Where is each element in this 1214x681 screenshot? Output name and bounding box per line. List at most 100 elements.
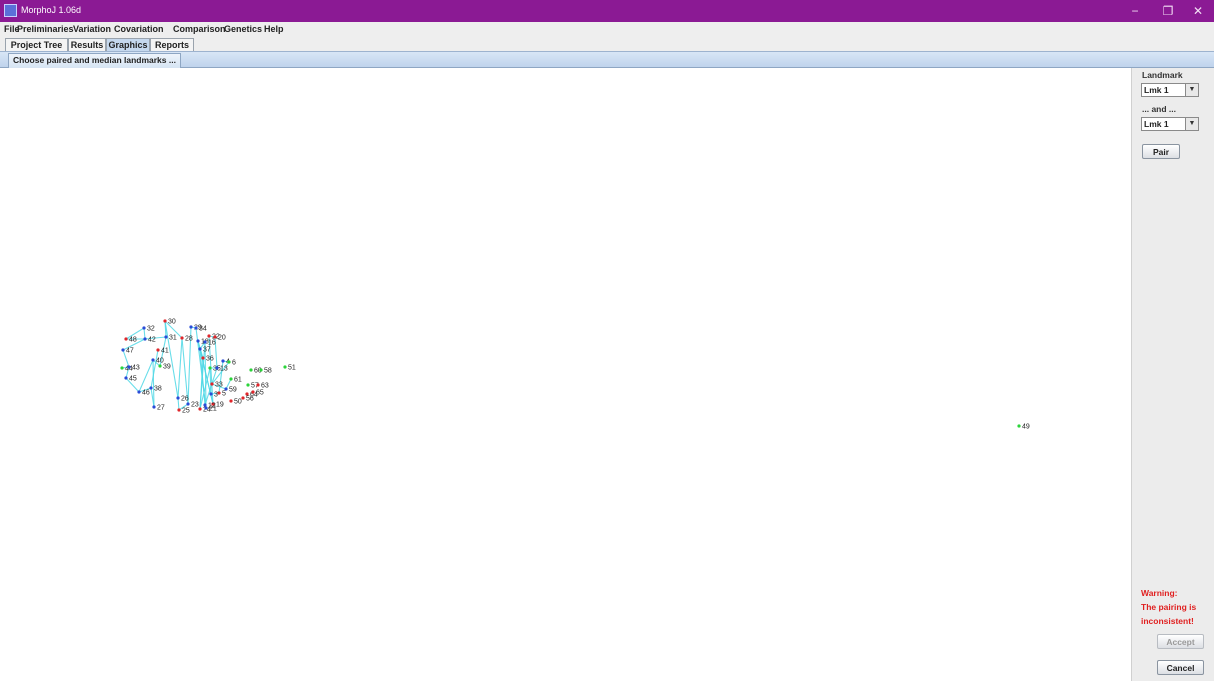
chevron-down-icon[interactable]: ▼ [1185,84,1198,96]
warning-line-2: inconsistent! [1141,616,1194,626]
landmark-point-33[interactable] [210,382,214,386]
tab-reports[interactable]: Reports [150,38,194,51]
landmark-link [143,327,146,340]
landmark-point-16[interactable] [203,340,207,344]
tab-graphics[interactable]: Graphics [106,38,150,51]
landmark-point-22[interactable] [207,334,211,338]
landmark-point-36[interactable] [201,356,205,360]
landmark-point-60[interactable] [249,368,253,372]
landmark-point-32[interactable] [142,326,146,330]
landmark-label: 39 [163,364,171,371]
menu-variation[interactable]: Variation [73,24,111,34]
warning-title: Warning: [1141,588,1178,598]
landmark-point-13[interactable] [215,366,219,370]
landmark-point-20[interactable] [213,335,217,339]
landmark-label: 61 [234,377,242,384]
landmark-point-28[interactable] [180,336,184,340]
landmark-point-3[interactable] [209,392,213,396]
graphics-subtab-bar: Choose paired and median landmarks ... [0,52,1214,68]
landmark-point-42[interactable] [143,337,147,341]
pair-button[interactable]: Pair [1142,144,1180,159]
landmark-point-25[interactable] [177,408,181,412]
landmark-label: 42 [148,337,156,344]
landmark-point-18[interactable] [196,339,200,343]
landmark-point-38[interactable] [149,386,153,390]
landmark-point-51[interactable] [283,365,287,369]
landmark-label: 36 [206,356,214,363]
menu-comparison[interactable]: Comparison [173,24,226,34]
tab-choose-paired-landmarks[interactable]: Choose paired and median landmarks ... [8,53,181,68]
landmark-point-6[interactable] [227,360,231,364]
landmark-point-47[interactable] [121,348,125,352]
landmark-label: 51 [288,365,296,372]
pairing-panel: Landmark Lmk 1 ▼ ... and ... Lmk 1 ▼ Pai… [1131,68,1214,681]
window-title: MorphoJ 1.06d [21,5,82,15]
landmark-point-46[interactable] [137,390,141,394]
landmark-label: 48 [129,337,137,344]
landmark-point-24[interactable] [198,407,202,411]
landmark-point-41[interactable] [156,348,160,352]
landmark-label: 27 [157,405,165,412]
chevron-down-icon[interactable]: ▼ [1185,118,1198,130]
landmark-link [181,337,189,405]
landmark-point-34[interactable] [194,326,198,330]
landmark-point-65[interactable] [251,390,255,394]
landmark-graphics-canvas[interactable]: 3032484231282934222018163747414039364443… [8,68,1130,679]
landmark-label: 16 [208,340,216,347]
tab-project-tree[interactable]: Project Tree [5,38,68,51]
landmark-label: 25 [182,408,190,415]
landmark-point-37[interactable] [198,347,202,351]
landmark-point-4[interactable] [221,359,225,363]
landmark-point-35[interactable] [208,366,212,370]
landmark-label: 31 [169,335,177,342]
landmark-label: 45 [129,376,137,383]
menu-help[interactable]: Help [264,24,284,34]
landmark-point-57[interactable] [246,383,250,387]
landmark-label: 41 [161,348,169,355]
landmark-point-63[interactable] [256,383,260,387]
landmark-label: 23 [191,402,199,409]
landmark-point-23[interactable] [186,402,190,406]
menu-bar: File Preliminaries Variation Covariation… [0,22,1214,36]
landmark-point-40[interactable] [151,358,155,362]
landmark-point-44[interactable] [120,366,124,370]
menu-genetics[interactable]: Genetics [224,24,262,34]
close-button[interactable]: ✕ [1184,3,1212,19]
landmark-point-30[interactable] [163,319,167,323]
landmark-label: 33 [215,382,223,389]
landmark-point-58[interactable] [259,368,263,372]
landmark-label: 65 [256,390,264,397]
landmark-point-50[interactable] [229,399,233,403]
menu-covariation[interactable]: Covariation [114,24,164,34]
accept-button[interactable]: Accept [1157,634,1204,649]
landmark-point-61[interactable] [229,377,233,381]
landmark-label: 38 [154,386,162,393]
landmark-point-21[interactable] [204,406,208,410]
landmark-point-56[interactable] [241,396,245,400]
maximize-button[interactable]: ❐ [1154,3,1182,19]
landmark-point-31[interactable] [164,335,168,339]
landmark-point-48[interactable] [124,337,128,341]
landmark-label: 19 [216,402,224,409]
landmark-point-43[interactable] [127,365,131,369]
tab-results[interactable]: Results [68,38,106,51]
landmark-label: 63 [261,383,269,390]
landmark-point-27[interactable] [152,405,156,409]
landmark-link [177,397,180,411]
first-landmark-select[interactable]: Lmk 1 ▼ [1141,83,1199,97]
landmark-point-45[interactable] [124,376,128,380]
landmark-plot[interactable]: 3032484231282934222018163747414039364443… [8,68,1130,679]
landmark-link [150,349,159,389]
landmark-point-26[interactable] [176,396,180,400]
landmark-point-29[interactable] [189,325,193,329]
landmark-link [177,337,183,399]
minimize-button[interactable]: − [1121,3,1149,19]
landmark-point-49[interactable] [1017,424,1021,428]
landmark-point-39[interactable] [158,364,162,368]
landmark-label: 5 [222,391,226,398]
menu-preliminaries[interactable]: Preliminaries [17,24,74,34]
cancel-button[interactable]: Cancel [1157,660,1204,675]
second-landmark-select[interactable]: Lmk 1 ▼ [1141,117,1199,131]
landmark-label: 32 [147,326,155,333]
app-icon [4,4,17,17]
